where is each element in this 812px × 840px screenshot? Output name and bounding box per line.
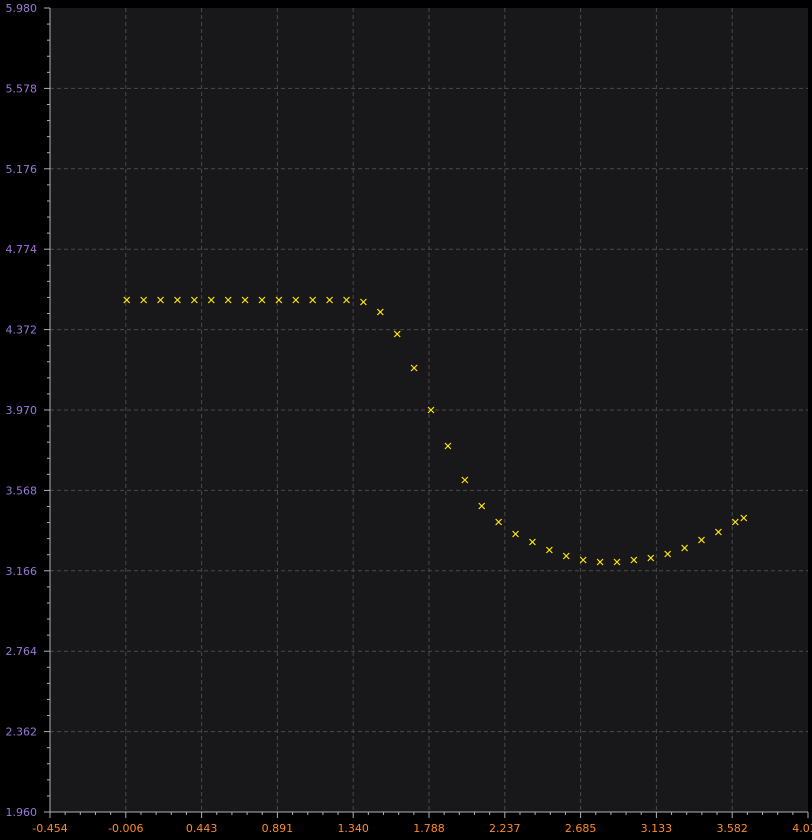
y-tick-label: 4.372 [6, 324, 38, 337]
x-tick-label: 1.788 [413, 822, 445, 835]
y-tick-label: 5.980 [6, 2, 38, 15]
x-tick-label: -0.454 [32, 822, 67, 835]
x-tick-label: 2.685 [565, 822, 597, 835]
x-tick-label: 2.237 [489, 822, 521, 835]
x-tick-label: 3.582 [716, 822, 748, 835]
y-tick-label: 5.578 [6, 82, 38, 95]
y-tick-label: 1.960 [6, 806, 38, 819]
y-tick-label: 3.166 [6, 565, 38, 578]
x-tick-label: -0.006 [108, 822, 143, 835]
x-tick-label: 3.133 [641, 822, 673, 835]
y-tick-label: 4.774 [6, 243, 38, 256]
y-tick-label: 3.970 [6, 404, 38, 417]
x-tick-label: 0.891 [262, 822, 294, 835]
x-tick-label: 1.340 [337, 822, 369, 835]
y-tick-label: 2.362 [6, 726, 38, 739]
y-tick-label: 5.176 [6, 163, 38, 176]
x-tick-label: 0.443 [186, 822, 218, 835]
y-tick-label: 2.764 [6, 645, 38, 658]
scatter-chart: -0.454 -0.006 0.443 0.891 1.340 1.788 2.237 2.6… [0, 0, 812, 840]
x-tick-label: 4.030 [792, 822, 812, 835]
y-tick-label: 3.568 [6, 484, 38, 497]
